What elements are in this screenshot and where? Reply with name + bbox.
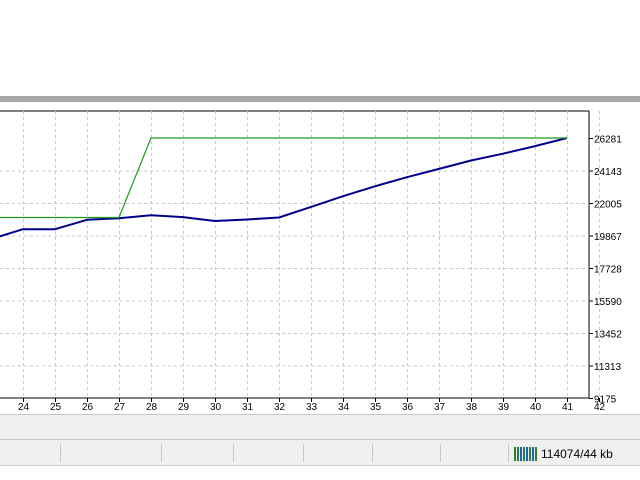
status-separator	[60, 444, 61, 462]
x-tick-label: 28	[146, 402, 158, 413]
y-tick-label: 26281	[594, 135, 622, 146]
y-tick-label: 24143	[594, 167, 622, 178]
x-tick-label: 35	[370, 402, 382, 413]
status-separator	[372, 444, 373, 462]
traffic-counter: 114074/44 kb	[541, 447, 613, 461]
x-tick-label: 36	[402, 402, 414, 413]
bottom-blank	[0, 466, 640, 480]
blank-area	[0, 0, 640, 96]
x-tick-label: 26	[82, 402, 94, 413]
x-tick-label: 39	[498, 402, 510, 413]
x-tick-label: 37	[434, 402, 446, 413]
x-tick-label: 34	[338, 402, 350, 413]
x-tick-label: 29	[178, 402, 190, 413]
x-tick-label: 27	[114, 402, 126, 413]
x-tick-label: 38	[466, 402, 478, 413]
y-tick-label: 17728	[594, 265, 622, 276]
status-separator	[303, 444, 304, 462]
y-tick-label: 11313	[594, 362, 622, 373]
status-separator	[161, 444, 162, 462]
x-tick-label: 25	[50, 402, 62, 413]
x-tick-label: 33	[306, 402, 318, 413]
chart-panel[interactable]: 26281 24143 22005 19867 17728 15590 13452 11313…	[0, 106, 640, 414]
y-tick-label: 22005	[594, 199, 622, 210]
status-separator	[508, 444, 509, 462]
x-tick-label: 42	[594, 402, 606, 413]
tab-strip[interactable]	[0, 414, 640, 440]
x-tick-label: 30	[210, 402, 222, 413]
x-tick-label: 40	[530, 402, 542, 413]
x-tick-label: 31	[242, 402, 254, 413]
network-traffic-icon	[514, 447, 538, 461]
x-tick-label: 32	[274, 402, 286, 413]
y-tick-label: 19867	[594, 232, 622, 243]
y-tick-label: 13452	[594, 329, 622, 340]
chart-svg: 26281 24143 22005 19867 17728 15590 13452 11313…	[0, 110, 622, 413]
x-tick-label: 41	[562, 402, 574, 413]
y-tick-label: 15590	[594, 297, 622, 308]
status-separator	[440, 444, 441, 462]
status-separator	[233, 444, 234, 462]
x-tick-label: 24	[18, 402, 30, 413]
